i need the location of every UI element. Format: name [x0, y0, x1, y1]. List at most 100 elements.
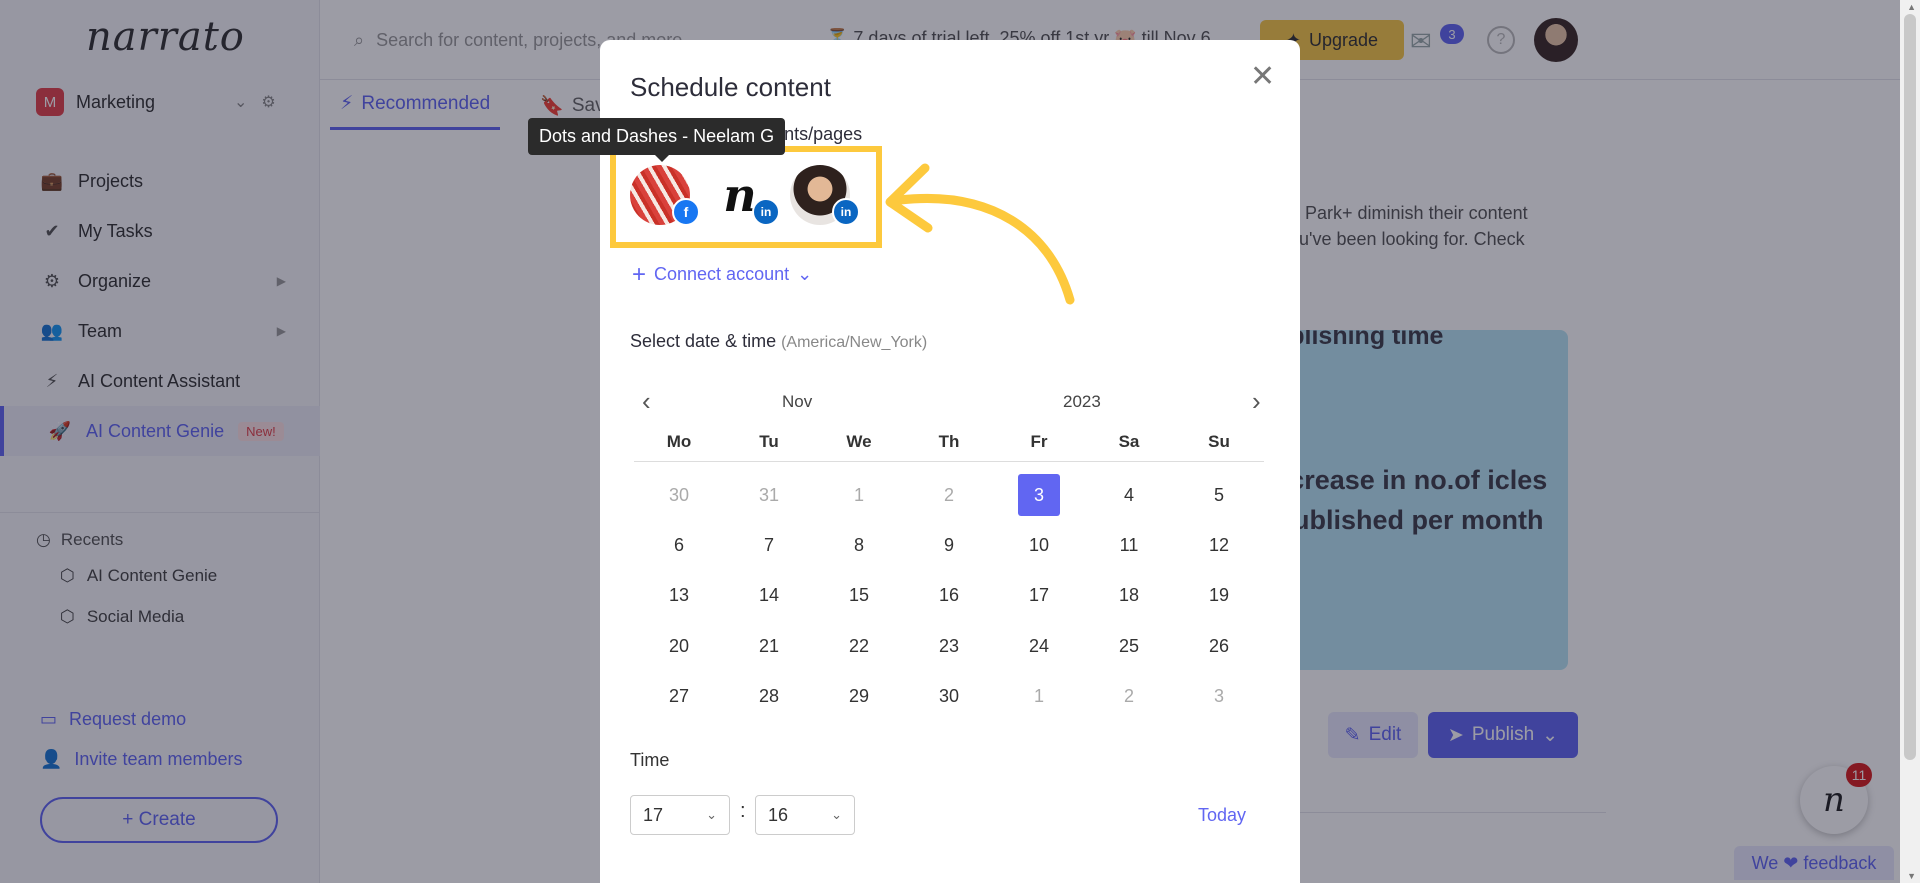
modal-title: Schedule content — [630, 72, 831, 102]
calendar-day[interactable]: 5 — [1174, 470, 1264, 520]
calendar-day-number: 13 — [668, 585, 690, 606]
tooltip-pointer — [654, 154, 670, 162]
weekday-label: Mo — [666, 432, 692, 451]
calendar-day-number: 5 — [1213, 484, 1224, 505]
calendar-year[interactable]: 2023 — [1063, 392, 1101, 412]
calendar-day-number: 27 — [668, 686, 690, 707]
calendar-day[interactable]: 16 — [904, 571, 994, 621]
timezone-label: (America/New_York) — [781, 334, 928, 351]
calendar-day[interactable]: 22 — [814, 621, 904, 671]
weekday-label: Su — [1208, 432, 1230, 451]
scroll-thumb[interactable] — [1904, 14, 1916, 760]
calendar-day[interactable]: 8 — [814, 520, 904, 570]
calendar-day[interactable]: 12 — [1174, 520, 1264, 570]
calendar-day-number: 3 — [1213, 686, 1224, 707]
calendar-day[interactable]: 23 — [904, 621, 994, 671]
calendar-day[interactable]: 15 — [814, 571, 904, 621]
calendar-day-number: 4 — [1123, 484, 1134, 505]
calendar-day[interactable]: 7 — [724, 520, 814, 570]
calendar-day-number: 21 — [758, 635, 780, 656]
calendar-header: ‹ Nov 2023 › — [630, 386, 1270, 420]
facebook-icon: f — [672, 198, 700, 226]
chevron-down-icon: ⌄ — [706, 807, 717, 822]
calendar-day-number: 22 — [848, 635, 870, 656]
calendar-day-number: 30 — [938, 686, 960, 707]
calendar-day[interactable]: 27 — [634, 672, 724, 722]
calendar-day[interactable]: 9 — [904, 520, 994, 570]
date-time-title: Select date & time — [630, 331, 777, 351]
calendar-day[interactable]: 10 — [994, 520, 1084, 570]
calendar-day-number: 6 — [673, 535, 684, 556]
calendar-day-number: 18 — [1118, 585, 1140, 606]
calendar-day-number: 1 — [1033, 686, 1044, 707]
calendar-day[interactable]: 20 — [634, 621, 724, 671]
calendar-day[interactable]: 30 — [904, 672, 994, 722]
calendar-day-selected[interactable]: 3 — [994, 470, 1084, 520]
calendar-day[interactable]: 18 — [1084, 571, 1174, 621]
calendar-day-number: 17 — [1028, 585, 1050, 606]
calendar-day-number: 9 — [943, 535, 954, 556]
connect-account-button[interactable]: + Connect account ⌄ — [632, 260, 813, 288]
chevron-right-icon[interactable]: › — [1252, 386, 1261, 417]
calendar-day-number: 2 — [1123, 686, 1134, 707]
calendar-day[interactable]: 24 — [994, 621, 1084, 671]
calendar-day[interactable]: 19 — [1174, 571, 1264, 621]
calendar-day[interactable]: 2 — [1084, 672, 1174, 722]
calendar-day[interactable]: 26 — [1174, 621, 1264, 671]
calendar-day[interactable]: 14 — [724, 571, 814, 621]
linkedin-icon: in — [832, 198, 860, 226]
calendar-weekdays: Mo Tu We Th Fr Sa Su — [634, 432, 1264, 462]
calendar-month[interactable]: Nov — [782, 392, 812, 412]
chevron-left-icon[interactable]: ‹ — [642, 386, 651, 417]
weekday-label: Tu — [759, 432, 779, 451]
calendar-day-number: 8 — [853, 535, 864, 556]
connect-account-label: Connect account — [654, 264, 790, 284]
calendar-day[interactable]: 13 — [634, 571, 724, 621]
calendar-day-number: 16 — [938, 585, 960, 606]
calendar-day[interactable]: 1 — [994, 672, 1084, 722]
calendar-day-number: 10 — [1028, 535, 1050, 556]
calendar-day-number: 20 — [668, 635, 690, 656]
calendar-day-number: 23 — [938, 635, 960, 656]
hour-value: 17 — [643, 804, 664, 825]
minute-value: 16 — [768, 804, 789, 825]
calendar-day-number: 26 — [1208, 635, 1230, 656]
calendar-day[interactable]: 2 — [904, 470, 994, 520]
calendar-day[interactable]: 4 — [1084, 470, 1174, 520]
calendar-day-number: 30 — [668, 484, 690, 505]
calendar-day[interactable]: 21 — [724, 621, 814, 671]
weekday-label: Fr — [1030, 432, 1048, 451]
calendar-day[interactable]: 31 — [724, 470, 814, 520]
calendar-day-number: 3 — [1018, 474, 1060, 517]
scroll-down-arrow[interactable]: ▼ — [1907, 871, 1916, 881]
scroll-up-arrow[interactable]: ▲ — [1907, 2, 1916, 12]
calendar-day-number: 15 — [848, 585, 870, 606]
calendar-day-number: 7 — [763, 535, 774, 556]
today-button[interactable]: Today — [1198, 805, 1246, 826]
calendar-day[interactable]: 11 — [1084, 520, 1174, 570]
calendar-day[interactable]: 25 — [1084, 621, 1174, 671]
close-icon[interactable]: ✕ — [1250, 62, 1275, 92]
schedule-content-modal: Schedule content ✕ Select social account… — [528, 40, 1300, 883]
time-separator: : — [740, 800, 746, 822]
calendar-day[interactable]: 29 — [814, 672, 904, 722]
calendar-day-number: 11 — [1119, 535, 1139, 556]
calendar-day-number: 25 — [1118, 635, 1140, 656]
hour-select[interactable]: 17 ⌄ — [630, 795, 730, 835]
date-time-label: Select date & time (America/New_York) — [630, 331, 927, 352]
minute-select[interactable]: 16 ⌄ — [755, 795, 855, 835]
plus-icon: + — [632, 260, 647, 288]
weekday-label: Th — [938, 432, 960, 451]
calendar-day-number: 12 — [1208, 535, 1230, 556]
calendar-day-number: 31 — [758, 484, 780, 505]
page-scrollbar[interactable]: ▲ ▼ — [1900, 0, 1920, 883]
calendar-day[interactable]: 3 — [1174, 672, 1264, 722]
calendar-day[interactable]: 1 — [814, 470, 904, 520]
calendar-day[interactable]: 6 — [634, 520, 724, 570]
calendar-day-number: 24 — [1028, 635, 1050, 656]
calendar-day[interactable]: 30 — [634, 470, 724, 520]
calendar-day[interactable]: 17 — [994, 571, 1084, 621]
chevron-down-icon: ⌄ — [831, 807, 842, 822]
chevron-down-icon: ⌄ — [797, 264, 813, 284]
calendar-day[interactable]: 28 — [724, 672, 814, 722]
